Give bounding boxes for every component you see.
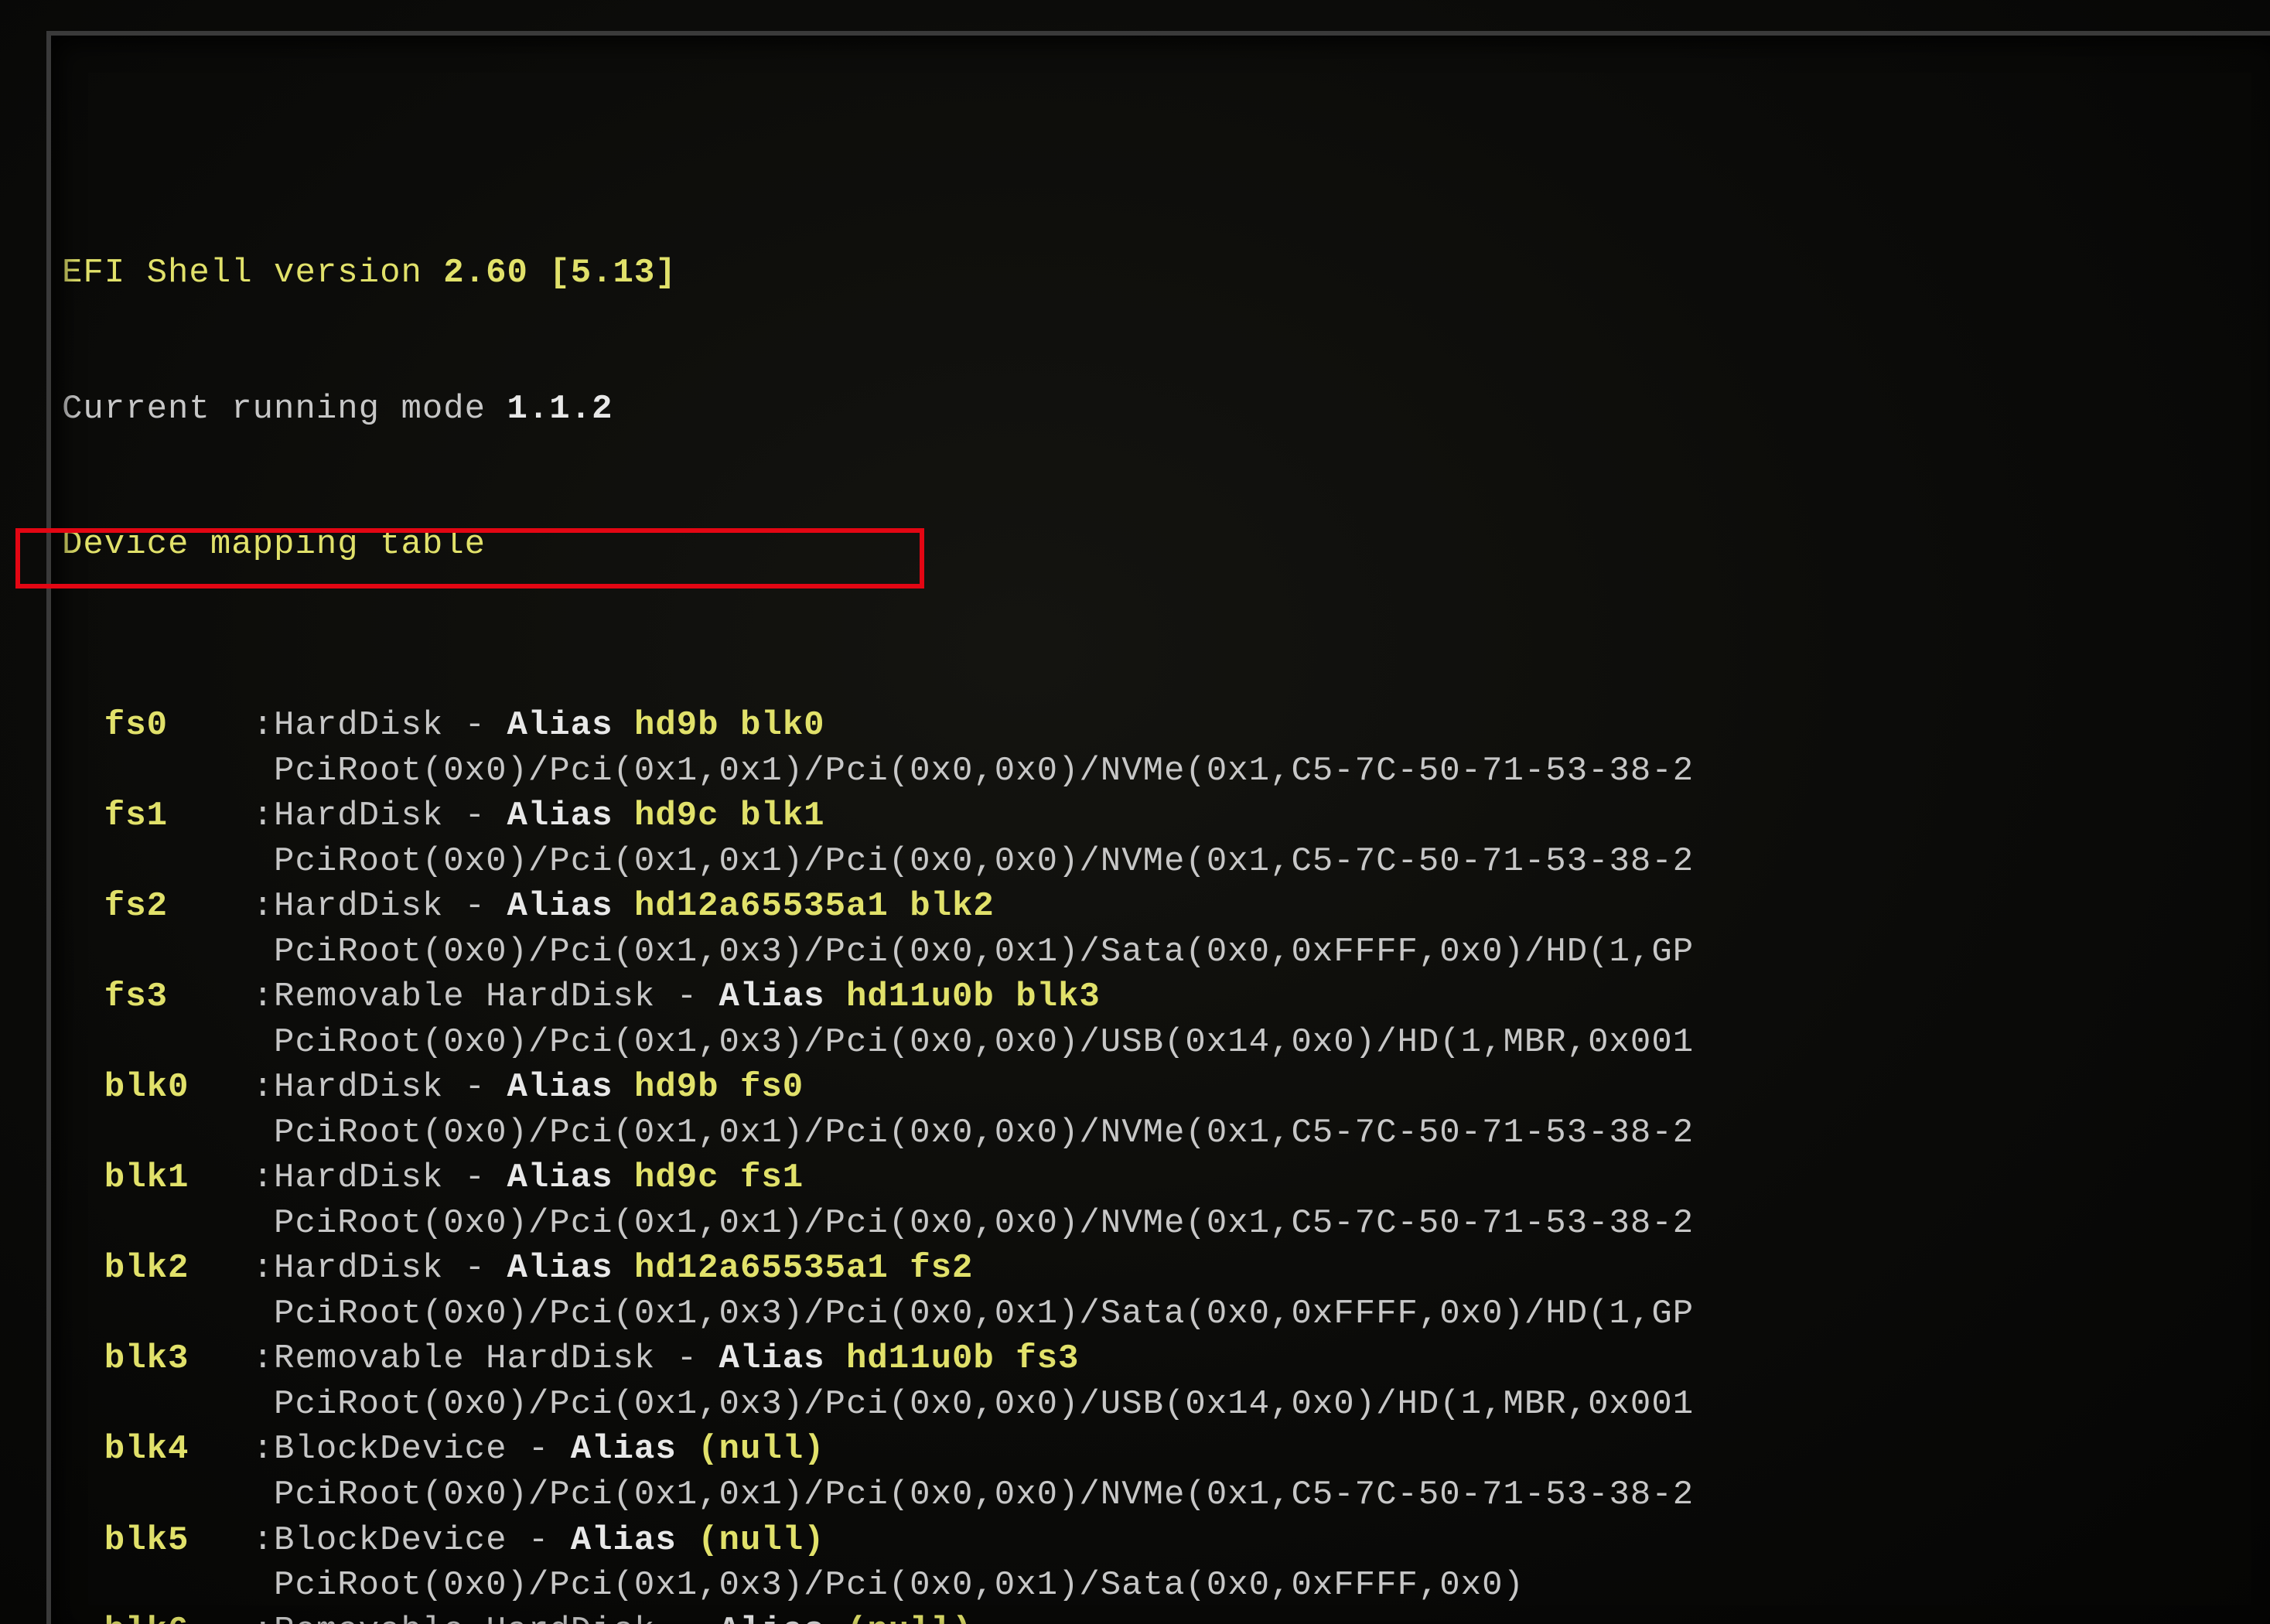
device-entry: blk4 :BlockDevice - Alias (null) [62,1427,2270,1472]
alias-label: Alias [507,887,634,926]
efi-shell-screen: EFI Shell version 2.60 [5.13] Current ru… [0,0,2270,1624]
device-path: PciRoot(0x0)/Pci(0x1,0x3)/Pci(0x0,0x1)/S… [62,1563,2270,1609]
colon: : [231,887,274,926]
colon: : [231,1249,274,1288]
device-mapping-table: fs0 :HardDisk - Alias hd9b blk0 PciRoot(… [62,703,2270,1624]
alias-label: Alias [719,977,846,1016]
device-entry: blk3 :Removable HardDisk - Alias hd11u0b… [62,1336,2270,1382]
alias-label: Alias [507,1249,634,1288]
device-name: blk1 [62,1158,231,1197]
alias-value: hd9b fs0 [634,1068,804,1107]
alias-value: hd9c fs1 [634,1158,804,1197]
colon: : [231,706,274,745]
device-name: fs2 [62,887,231,926]
colon: : [231,1339,274,1378]
device-type: HardDisk [274,797,443,835]
device-type: Removable HardDisk [274,1612,655,1624]
shell-prefix: EFI Shell version [62,254,443,292]
alias-value: hd9b blk0 [634,706,825,745]
alias-label: Alias [507,797,634,835]
device-name: blk3 [62,1339,231,1378]
device-entry: fs2 :HardDisk - Alias hd12a65535a1 blk2 [62,884,2270,930]
mode-version: 1.1.2 [507,390,613,428]
device-entry: fs0 :HardDisk - Alias hd9b blk0 [62,703,2270,749]
device-path: PciRoot(0x0)/Pci(0x1,0x1)/Pci(0x0,0x0)/N… [62,1472,2270,1518]
alias-label: Alias [719,1339,846,1378]
device-type: BlockDevice [274,1521,507,1560]
alias-value: hd11u0b blk3 [846,977,1101,1016]
device-path: PciRoot(0x0)/Pci(0x1,0x3)/Pci(0x0,0x0)/U… [62,1020,2270,1066]
device-path: PciRoot(0x0)/Pci(0x1,0x3)/Pci(0x0,0x0)/U… [62,1382,2270,1428]
device-name: blk4 [62,1430,231,1469]
device-entry: blk5 :BlockDevice - Alias (null) [62,1518,2270,1564]
device-name: blk2 [62,1249,231,1288]
device-type: Removable HardDisk [274,977,655,1016]
device-type: HardDisk [274,1068,443,1107]
alias-label: Alias [507,706,634,745]
shell-version-line: EFI Shell version 2.60 [5.13] [62,251,2270,296]
alias-value: (null) [698,1430,824,1469]
colon: : [231,1612,274,1624]
colon: : [231,1068,274,1107]
device-name: fs3 [62,977,231,1016]
mode-prefix: Current running mode [62,390,507,428]
device-path: PciRoot(0x0)/Pci(0x1,0x3)/Pci(0x0,0x1)/S… [62,1291,2270,1337]
device-name: blk0 [62,1068,231,1107]
device-entry: blk2 :HardDisk - Alias hd12a65535a1 fs2 [62,1246,2270,1291]
alias-label: Alias [571,1521,698,1560]
colon: : [231,1158,274,1197]
device-type: Removable HardDisk [274,1339,655,1378]
device-type: BlockDevice [274,1430,507,1469]
device-entry: fs1 :HardDisk - Alias hd9c blk1 [62,793,2270,839]
shell-build: [5.13] [528,254,677,292]
alias-value: hd12a65535a1 fs2 [634,1249,973,1288]
device-path: PciRoot(0x0)/Pci(0x1,0x1)/Pci(0x0,0x0)/N… [62,1111,2270,1156]
colon: : [231,977,274,1016]
device-name: fs0 [62,706,231,745]
device-entry: blk0 :HardDisk - Alias hd9b fs0 [62,1065,2270,1111]
device-path: PciRoot(0x0)/Pci(0x1,0x1)/Pci(0x0,0x0)/N… [62,1201,2270,1247]
colon: : [231,797,274,835]
shell-version: 2.60 [443,254,528,292]
alias-value: hd9c blk1 [634,797,825,835]
colon: : [231,1521,274,1560]
device-entry: fs3 :Removable HardDisk - Alias hd11u0b … [62,974,2270,1020]
running-mode-line: Current running mode 1.1.2 [62,387,2270,432]
alias-value: hd12a65535a1 blk2 [634,887,995,926]
device-path: PciRoot(0x0)/Pci(0x1,0x1)/Pci(0x0,0x0)/N… [62,839,2270,885]
alias-value: (null) [846,1612,973,1624]
device-entry: blk6 :Removable HardDisk - Alias (null) [62,1609,2270,1624]
device-entry: blk1 :HardDisk - Alias hd9c fs1 [62,1155,2270,1201]
device-path: PciRoot(0x0)/Pci(0x1,0x1)/Pci(0x0,0x0)/N… [62,749,2270,794]
device-type: HardDisk [274,706,443,745]
alias-label: Alias [507,1068,634,1107]
device-type: HardDisk [274,1158,443,1197]
device-name: fs1 [62,797,231,835]
device-name: blk6 [62,1612,231,1624]
alias-label: Alias [571,1430,698,1469]
device-name: blk5 [62,1521,231,1560]
mapping-table-title: Device mapping table [62,522,2270,568]
colon: : [231,1430,274,1469]
device-type: HardDisk [274,1249,443,1288]
alias-label: Alias [719,1612,846,1624]
device-path: PciRoot(0x0)/Pci(0x1,0x3)/Pci(0x0,0x1)/S… [62,930,2270,975]
alias-label: Alias [507,1158,634,1197]
alias-value: hd11u0b fs3 [846,1339,1079,1378]
device-type: HardDisk [274,887,443,926]
alias-value: (null) [698,1521,824,1560]
